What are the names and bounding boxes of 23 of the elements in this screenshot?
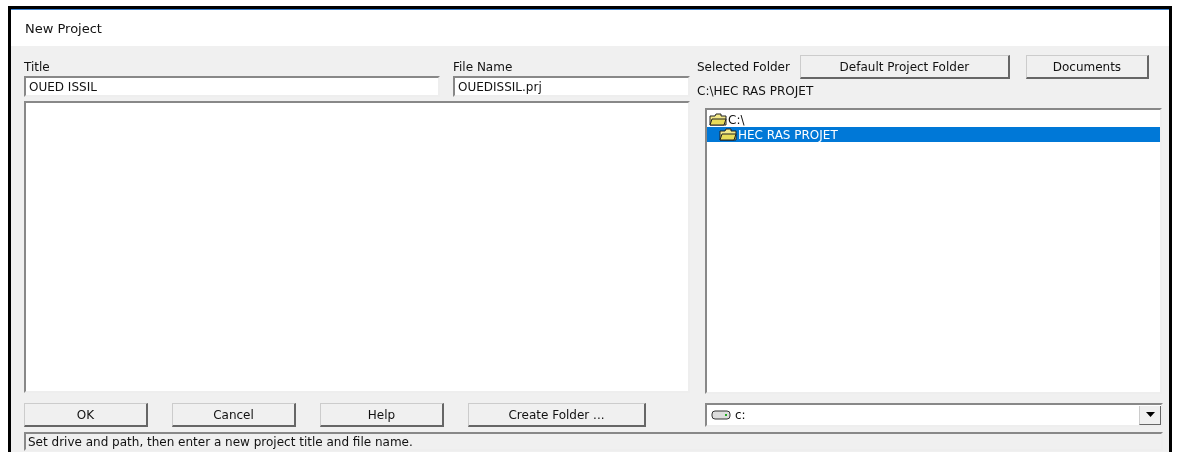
default-folder-button[interactable]: Default Project Folder [799, 55, 1010, 79]
field-label: Title [24, 60, 51, 74]
status-bar: Set drive and path, then enter a new project title and file name. [24, 432, 1163, 451]
drive-dropdown[interactable]: c: [705, 403, 1163, 427]
field-label: Selected Folder [697, 60, 790, 74]
caret-icon [1145, 412, 1155, 417]
documents-button[interactable]: Documents [1025, 55, 1149, 79]
dialog-button[interactable]: Cancel [172, 403, 296, 427]
folder-icon [709, 113, 727, 126]
project-list[interactable] [24, 101, 690, 393]
dialog-button[interactable]: Create Folder ... [468, 403, 646, 427]
tree-item[interactable]: HEC RAS PROJET [707, 127, 1160, 142]
field-label: File Name [453, 60, 513, 74]
title-field[interactable]: OUED ISSIL [24, 76, 440, 97]
folder-path: C:\HEC RAS PROJET [697, 84, 814, 98]
dialog-button[interactable]: Help [320, 403, 444, 427]
file-name-field[interactable]: OUEDISSIL.prj [453, 76, 690, 97]
folder-icon [719, 128, 737, 141]
window-title: New Project [25, 20, 102, 36]
dialog-button[interactable]: OK [24, 403, 148, 427]
drive-icon [711, 410, 731, 420]
tree-item[interactable]: C:\ [707, 112, 1160, 127]
folder-tree[interactable]: C:\ HEC RAS PROJET [705, 108, 1162, 394]
